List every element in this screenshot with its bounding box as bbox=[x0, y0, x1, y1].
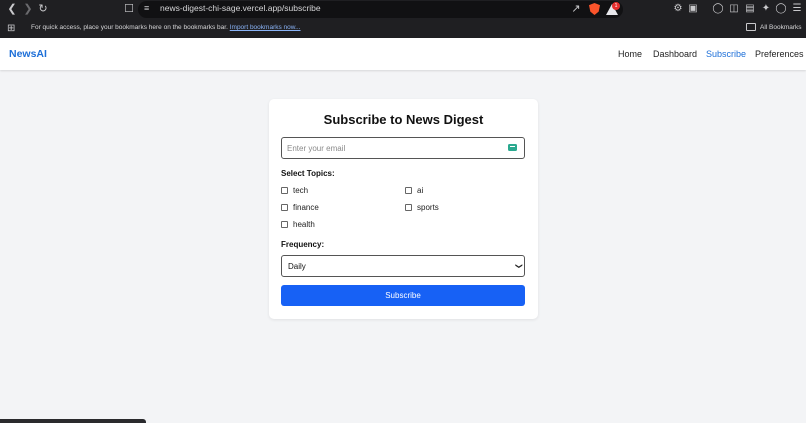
tab-search-icon[interactable]: ▣ bbox=[687, 3, 699, 14]
apps-icon[interactable]: ⊞ bbox=[7, 23, 15, 34]
frequency-label: Frequency: bbox=[281, 240, 325, 249]
topic-label: finance bbox=[293, 203, 319, 212]
bookmarks-prompt-text: For quick access, place your bookmarks h… bbox=[31, 24, 228, 31]
topic-checkbox-tech[interactable]: tech bbox=[281, 186, 308, 195]
checkbox[interactable] bbox=[405, 204, 412, 211]
topic-label: sports bbox=[417, 203, 439, 212]
menu-icon[interactable]: ☰ bbox=[791, 3, 803, 14]
topic-checkbox-sports[interactable]: sports bbox=[405, 203, 439, 212]
sidebar-icon[interactable]: ◫ bbox=[728, 3, 740, 14]
status-bar bbox=[0, 419, 146, 423]
nav-home[interactable]: Home bbox=[618, 49, 642, 59]
logo[interactable]: NewsAI bbox=[9, 48, 47, 60]
rewards-badge: 1 bbox=[612, 2, 620, 10]
extensions-icon[interactable]: ⚙ bbox=[672, 3, 684, 14]
autofill-icon[interactable] bbox=[508, 144, 517, 151]
leo-ai-icon[interactable]: ✦ bbox=[760, 3, 772, 14]
frequency-select[interactable] bbox=[281, 255, 525, 277]
topics-label: Select Topics: bbox=[281, 169, 335, 178]
checkbox[interactable] bbox=[405, 187, 412, 194]
wallet-icon[interactable]: ▤ bbox=[744, 3, 756, 14]
topic-label: ai bbox=[417, 186, 424, 195]
vpn-icon[interactable]: ◯ bbox=[775, 3, 787, 14]
frequency-value: Daily bbox=[288, 262, 306, 271]
url-text[interactable]: news-digest-chi-sage.vercel.app/subscrib… bbox=[160, 3, 321, 13]
site-info-icon[interactable]: ≡ bbox=[144, 3, 149, 13]
email-field[interactable] bbox=[281, 137, 525, 159]
bookmark-page-icon[interactable]: ☐ bbox=[123, 3, 135, 15]
checkbox[interactable] bbox=[281, 221, 288, 228]
checkbox[interactable] bbox=[281, 187, 288, 194]
nav-preferences[interactable]: Preferences bbox=[755, 49, 804, 59]
nav-dashboard[interactable]: Dashboard bbox=[653, 49, 697, 59]
sync-icon[interactable]: ◯ bbox=[712, 3, 724, 14]
bookmarks-prompt: For quick access, place your bookmarks h… bbox=[31, 24, 301, 31]
import-bookmarks-link[interactable]: Import bookmarks now... bbox=[230, 24, 301, 31]
topic-checkbox-finance[interactable]: finance bbox=[281, 203, 319, 212]
folder-icon[interactable] bbox=[746, 23, 756, 31]
reload-icon[interactable]: ↻ bbox=[37, 3, 49, 15]
subscribe-button[interactable]: Subscribe bbox=[281, 285, 525, 306]
forward-icon[interactable]: ❯ bbox=[22, 3, 34, 15]
all-bookmarks-button[interactable]: All Bookmarks bbox=[760, 24, 802, 31]
nav-subscribe[interactable]: Subscribe bbox=[706, 49, 746, 59]
topic-label: health bbox=[293, 220, 315, 229]
topic-checkbox-health[interactable]: health bbox=[281, 220, 315, 229]
checkbox[interactable] bbox=[281, 204, 288, 211]
page-title: Subscribe to News Digest bbox=[323, 112, 484, 127]
share-icon[interactable]: ↗ bbox=[570, 3, 582, 15]
chevron-down-icon: ❯ bbox=[514, 263, 522, 269]
back-icon[interactable]: ❮ bbox=[6, 3, 18, 15]
topic-label: tech bbox=[293, 186, 309, 195]
topic-checkbox-ai[interactable]: ai bbox=[405, 186, 423, 195]
